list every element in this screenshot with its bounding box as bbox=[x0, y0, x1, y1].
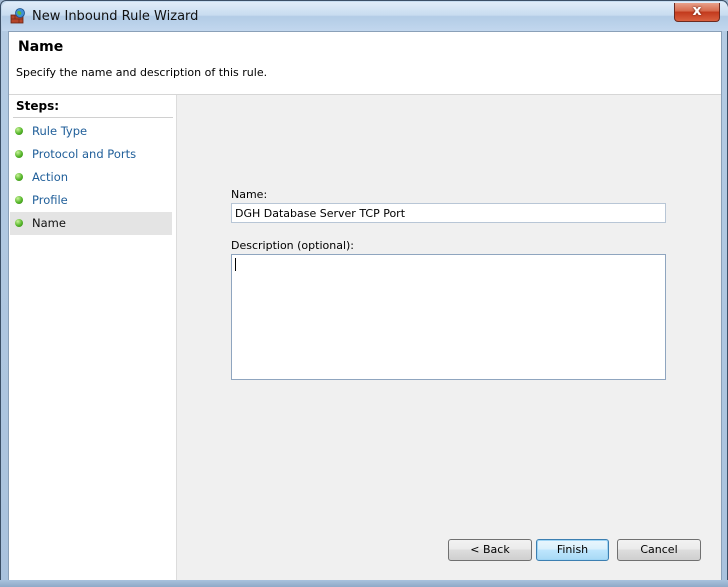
name-label: Name: bbox=[231, 188, 268, 201]
step-label: Action bbox=[32, 170, 69, 184]
close-button[interactable]: x bbox=[674, 3, 720, 22]
step-current-icon bbox=[15, 219, 23, 227]
cancel-button[interactable]: Cancel bbox=[617, 539, 701, 561]
step-complete-icon bbox=[15, 150, 23, 158]
step-label: Profile bbox=[32, 193, 68, 207]
description-field[interactable] bbox=[231, 254, 666, 380]
steps-divider bbox=[13, 117, 173, 118]
close-icon: x bbox=[692, 3, 702, 19]
steps-heading: Steps: bbox=[16, 99, 60, 113]
step-complete-icon bbox=[15, 173, 23, 181]
firewall-app-icon bbox=[10, 8, 25, 24]
step-complete-icon bbox=[15, 196, 23, 204]
text-cursor bbox=[235, 258, 236, 271]
background-window-strip bbox=[0, 580, 728, 587]
step-label: Rule Type bbox=[32, 124, 88, 138]
step-name[interactable]: Name bbox=[10, 212, 172, 235]
step-profile[interactable]: Profile bbox=[10, 189, 172, 212]
step-protocol-and-ports[interactable]: Protocol and Ports bbox=[10, 143, 172, 166]
finish-button[interactable]: Finish bbox=[536, 539, 609, 561]
title-bar[interactable]: New Inbound Rule Wizard x bbox=[2, 2, 728, 31]
steps-panel: Steps: Rule Type Protocol and Ports Acti… bbox=[9, 95, 177, 580]
description-label: Description (optional): bbox=[231, 239, 355, 252]
window-title: New Inbound Rule Wizard bbox=[32, 9, 199, 24]
name-field[interactable] bbox=[231, 203, 666, 223]
wizard-client-area: Name Specify the name and description of… bbox=[8, 31, 722, 581]
step-complete-icon bbox=[15, 127, 23, 135]
wizard-window: New Inbound Rule Wizard x Name Specify t… bbox=[0, 0, 728, 587]
page-subtitle: Specify the name and description of this… bbox=[16, 66, 268, 79]
step-rule-type[interactable]: Rule Type bbox=[10, 120, 172, 143]
wizard-header: Name Specify the name and description of… bbox=[9, 32, 721, 95]
page-title: Name bbox=[18, 39, 64, 55]
step-label: Protocol and Ports bbox=[32, 147, 137, 161]
back-button[interactable]: < Back bbox=[448, 539, 532, 561]
step-label: Name bbox=[32, 216, 66, 230]
step-action[interactable]: Action bbox=[10, 166, 172, 189]
